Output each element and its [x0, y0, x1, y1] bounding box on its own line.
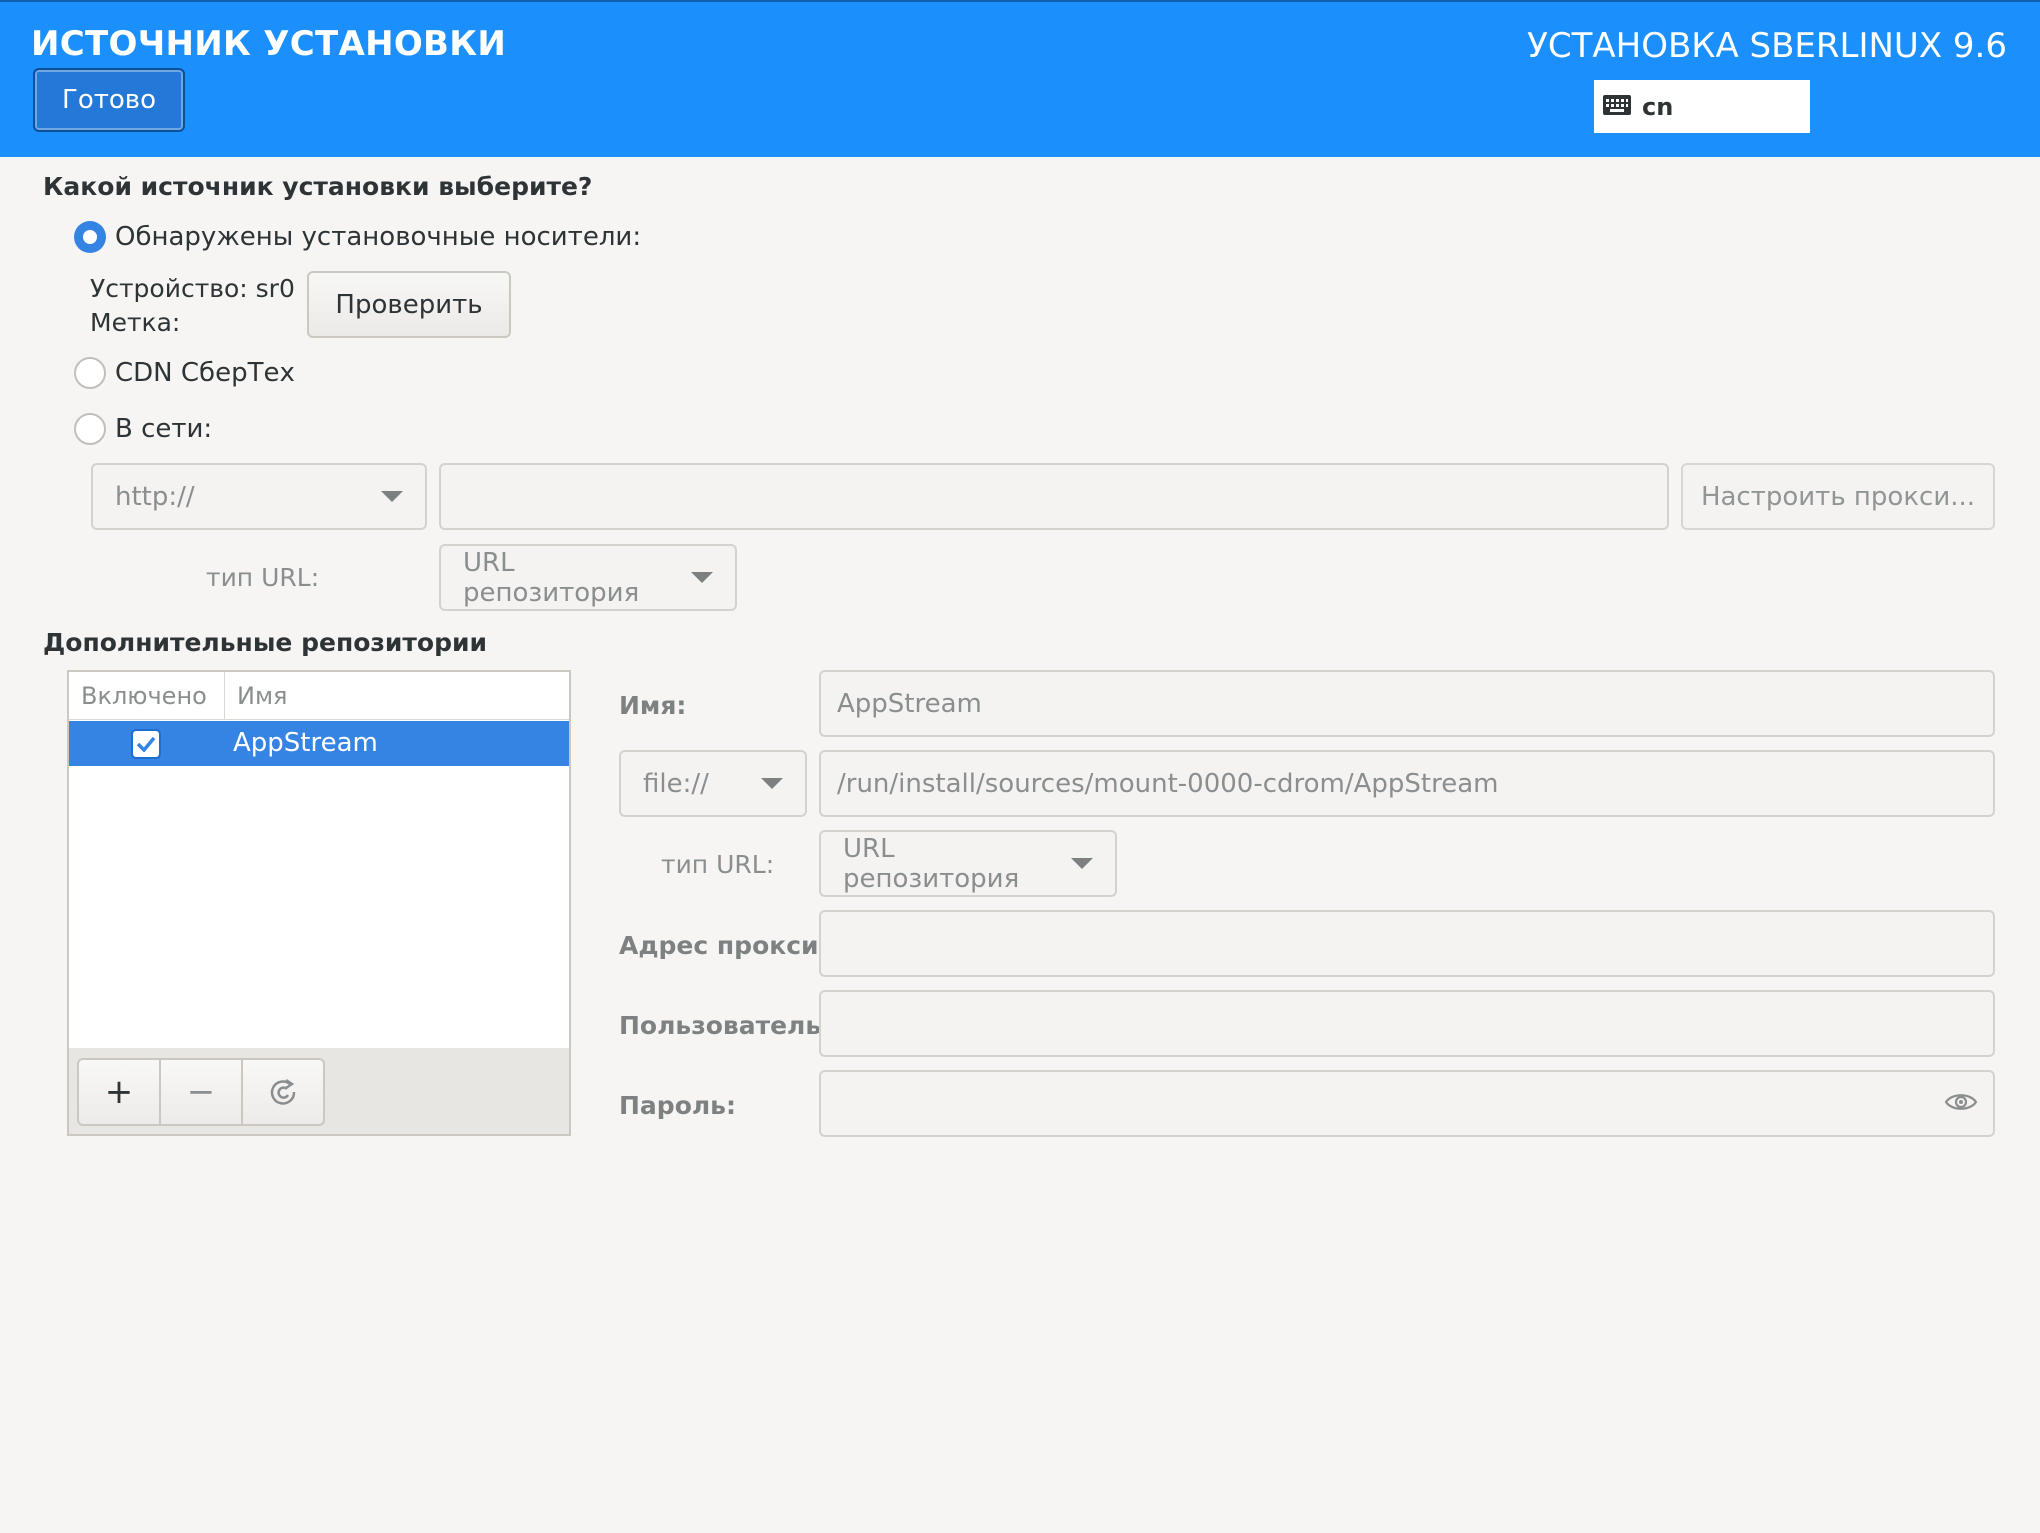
user-label: Пользователь:: [619, 1011, 832, 1040]
verify-button[interactable]: Проверить: [307, 271, 511, 338]
repo-name-cell: AppStream: [233, 728, 378, 758]
checkmark-icon: [136, 736, 156, 752]
repo-protocol-value: file://: [643, 768, 709, 799]
media-label-info: Метка:: [90, 308, 181, 337]
network-protocol-value: http://: [115, 481, 195, 512]
network-url-type-value: URL репозитория: [463, 547, 640, 608]
repos-heading: Дополнительные репозитории: [43, 628, 488, 657]
chevron-down-icon: [381, 491, 403, 502]
repo-enabled-checkbox[interactable]: [131, 729, 161, 759]
radio-network-label[interactable]: В сети:: [115, 414, 212, 444]
column-name-header[interactable]: Имя: [225, 672, 569, 720]
reveal-password-icon[interactable]: [1944, 1090, 1978, 1118]
device-info: Устройство: sr0: [90, 274, 295, 303]
remove-repo-button[interactable]: −: [159, 1058, 243, 1126]
user-input[interactable]: [819, 990, 1995, 1057]
column-enabled-header[interactable]: Включено: [69, 672, 225, 720]
chevron-down-icon: [761, 778, 783, 789]
chevron-down-icon: [691, 572, 713, 583]
repo-name-label: Имя:: [619, 691, 687, 720]
password-input[interactable]: [819, 1070, 1995, 1137]
network-protocol-select[interactable]: http://: [91, 463, 427, 530]
radio-cdn-sbertech[interactable]: [74, 357, 106, 389]
repo-list[interactable]: Включено Имя AppStream: [67, 670, 571, 1050]
revert-icon: [270, 1078, 296, 1105]
source-heading: Какой источник установки выберите?: [43, 172, 593, 201]
repo-name-input[interactable]: AppStream: [819, 670, 1995, 737]
repo-url-type-label: тип URL:: [661, 850, 775, 879]
keyboard-layout-label: cn: [1642, 92, 1674, 121]
configure-proxy-button[interactable]: Настроить прокси...: [1681, 463, 1995, 530]
repo-path-input[interactable]: /run/install/sources/mount-0000-cdrom/Ap…: [819, 750, 1995, 817]
network-url-input[interactable]: [439, 463, 1669, 530]
done-button[interactable]: Готово: [33, 68, 185, 132]
chevron-down-icon: [1071, 858, 1093, 869]
repo-url-type-select[interactable]: URL репозитория: [819, 830, 1117, 897]
proxy-address-input[interactable]: [819, 910, 1995, 977]
repo-url-type-value: URL репозитория: [843, 833, 1020, 894]
proxy-address-label: Адрес прокси:: [619, 931, 829, 960]
radio-detected-media[interactable]: [74, 221, 106, 253]
password-label: Пароль:: [619, 1091, 736, 1120]
radio-detected-media-label[interactable]: Обнаружены установочные носители:: [115, 222, 641, 252]
network-url-type-label: тип URL:: [206, 563, 320, 592]
repo-protocol-select[interactable]: file://: [619, 750, 807, 817]
table-row[interactable]: AppStream: [69, 721, 569, 766]
radio-cdn-sbertech-label[interactable]: CDN СберТех: [115, 358, 295, 388]
network-url-type-select[interactable]: URL репозитория: [439, 544, 737, 611]
add-repo-button[interactable]: +: [77, 1058, 161, 1126]
revert-repo-button[interactable]: [241, 1058, 325, 1126]
keyboard-icon: [1602, 93, 1632, 121]
page-title: ИСТОЧНИК УСТАНОВКИ: [31, 24, 507, 64]
product-title: УСТАНОВКА SBERLINUX 9.6: [1527, 26, 2007, 66]
keyboard-layout-indicator[interactable]: cn: [1594, 80, 1810, 133]
radio-network[interactable]: [74, 413, 106, 445]
repo-toolbar: + −: [67, 1048, 571, 1136]
